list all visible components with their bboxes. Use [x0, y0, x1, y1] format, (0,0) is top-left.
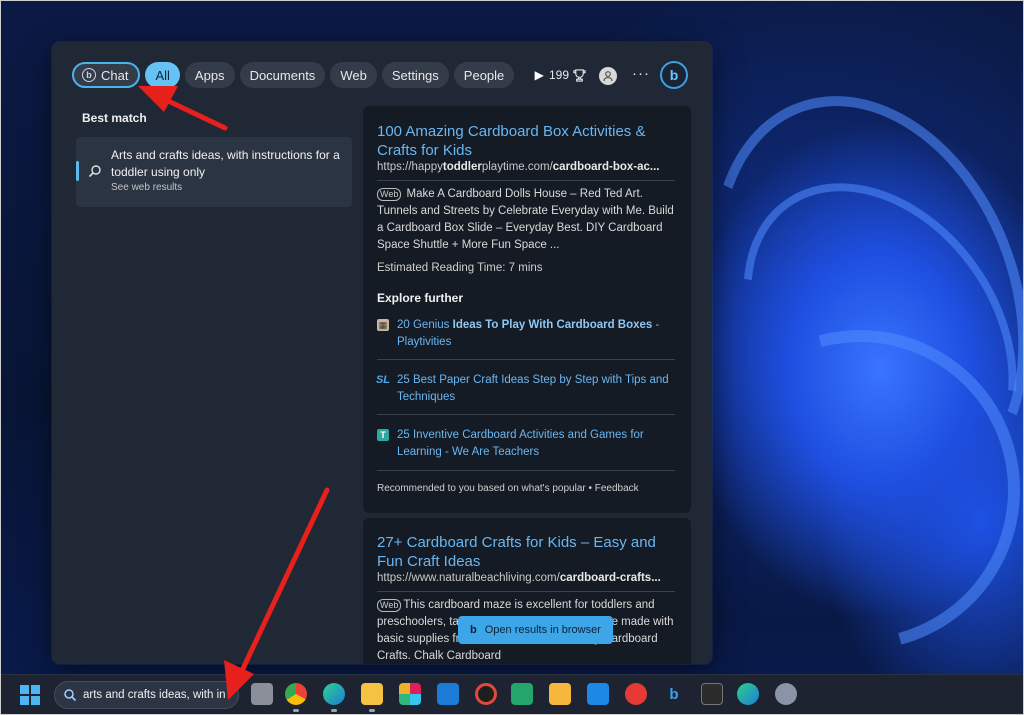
keep-notes-icon[interactable]	[549, 683, 571, 705]
link-text: 25 Best Paper Craft Ideas Step by Step w…	[397, 374, 669, 403]
search-icon	[64, 689, 77, 702]
windows-start-icon[interactable]	[20, 685, 40, 705]
web-tag: Web	[377, 599, 402, 612]
url-part: cardboard-crafts...	[559, 572, 661, 584]
points-value: 199	[549, 68, 570, 82]
user-avatar-icon[interactable]	[599, 67, 617, 85]
best-match-subtitle: See web results	[111, 182, 183, 193]
snippet-text: Make A Cardboard Dolls House – Red Ted A…	[377, 188, 674, 251]
running-indicator	[331, 709, 337, 712]
running-indicator	[369, 709, 375, 712]
running-indicator	[293, 709, 299, 712]
sl-icon: SL	[375, 373, 391, 386]
best-match-title: Arts and crafts ideas, with instructions…	[111, 148, 340, 179]
divider	[377, 470, 675, 471]
chrome-icon[interactable]	[285, 683, 307, 705]
tab-all[interactable]: All	[145, 62, 180, 88]
url-part: playtime.com/	[481, 161, 553, 173]
open-results-in-browser-button[interactable]: b Open results in browser	[458, 616, 613, 644]
tab-documents[interactable]: Documents	[239, 62, 326, 88]
more-options-button[interactable]: ···	[632, 65, 650, 82]
result-url[interactable]: https://happytoddlerplaytime.com/cardboa…	[377, 161, 677, 173]
divider	[377, 359, 675, 360]
explore-link[interactable]: ▦ 20 Genius Ideas To Play With Cardboard…	[377, 317, 677, 357]
filter-bar: b Chat All Apps Documents Web Settings P…	[72, 62, 547, 88]
settings-gear-icon[interactable]	[775, 683, 797, 705]
result-title-link[interactable]: 27+ Cardboard Crafts for Kids – Easy and…	[377, 533, 677, 571]
result-snippet: Web Make A Cardboard Dolls House – Red T…	[377, 186, 677, 254]
tab-web[interactable]: Web	[330, 62, 377, 88]
davinci-resolve-icon[interactable]	[475, 683, 497, 705]
tab-people[interactable]: People	[453, 62, 515, 88]
url-part: https://www.naturalbeachliving.com/	[377, 572, 560, 584]
link-text: 20 Genius	[397, 319, 453, 331]
bing-icon[interactable]: b	[663, 683, 685, 705]
open-results-label: Open results in browser	[484, 624, 601, 636]
web-results-pane: 100 Amazing Cardboard Box Activities & C…	[363, 106, 691, 664]
explore-link[interactable]: T 25 Inventive Cardboard Activities and …	[377, 427, 677, 467]
task-view-icon[interactable]	[251, 683, 273, 705]
taskbar: arts and crafts ideas, with in b	[1, 674, 1023, 714]
rewards-points[interactable]: 199	[549, 68, 586, 82]
chat-button[interactable]: b Chat	[72, 62, 141, 88]
explore-heading: Explore further	[377, 291, 464, 305]
link-text-bold: Ideas To Play With Cardboard Boxes	[452, 319, 653, 331]
pixelcut-icon[interactable]	[511, 683, 533, 705]
edge-dev-icon[interactable]	[737, 683, 759, 705]
chat-label: Chat	[101, 67, 129, 83]
tab-apps[interactable]: Apps	[184, 62, 235, 88]
taskbar-search-box[interactable]: arts and crafts ideas, with in	[54, 681, 239, 709]
result-url[interactable]: https://www.naturalbeachliving.com/cardb…	[377, 572, 677, 584]
bing-icon: b	[82, 68, 96, 82]
result-card: 100 Amazing Cardboard Box Activities & C…	[363, 106, 691, 513]
search-panel: b Chat All Apps Documents Web Settings P…	[52, 42, 712, 664]
file-explorer-icon[interactable]	[361, 683, 383, 705]
calendar-icon[interactable]	[587, 683, 609, 705]
selection-indicator	[76, 161, 79, 181]
reading-time: Estimated Reading Time: 7 mins	[377, 262, 543, 274]
youtube-music-icon[interactable]	[625, 683, 647, 705]
search-query-text: arts and crafts ideas, with in	[83, 689, 226, 701]
link-text: 25 Inventive Cardboard Activities and Ga…	[397, 429, 644, 458]
result-title-link[interactable]: 100 Amazing Cardboard Box Activities & C…	[377, 122, 677, 160]
bing-icon: b	[470, 624, 477, 636]
url-part: https://happy	[377, 161, 443, 173]
url-part: cardboard-box-ac...	[552, 161, 660, 173]
davinci-icon[interactable]	[701, 683, 723, 705]
slack-icon[interactable]	[399, 683, 421, 705]
best-match-heading: Best match	[82, 111, 147, 125]
recommendation-note: Recommended to you based on what's popul…	[377, 483, 639, 494]
trello-icon[interactable]	[437, 683, 459, 705]
explore-link[interactable]: SL 25 Best Paper Craft Ideas Step by Ste…	[375, 372, 677, 412]
image-icon: ▦	[377, 319, 389, 331]
search-icon	[88, 165, 101, 178]
web-tag: Web	[377, 188, 402, 201]
edge-icon[interactable]	[323, 683, 345, 705]
divider	[377, 591, 675, 592]
divider	[377, 180, 675, 181]
divider	[377, 414, 675, 415]
best-match-result[interactable]: Arts and crafts ideas, with instructions…	[76, 137, 352, 207]
t-icon: T	[377, 429, 389, 441]
play-icon[interactable]: ▶	[531, 67, 547, 83]
tab-settings[interactable]: Settings	[381, 62, 449, 88]
trophy-icon	[573, 68, 586, 82]
url-part: toddler	[442, 161, 482, 173]
bing-chat-icon[interactable]: b	[660, 61, 688, 89]
